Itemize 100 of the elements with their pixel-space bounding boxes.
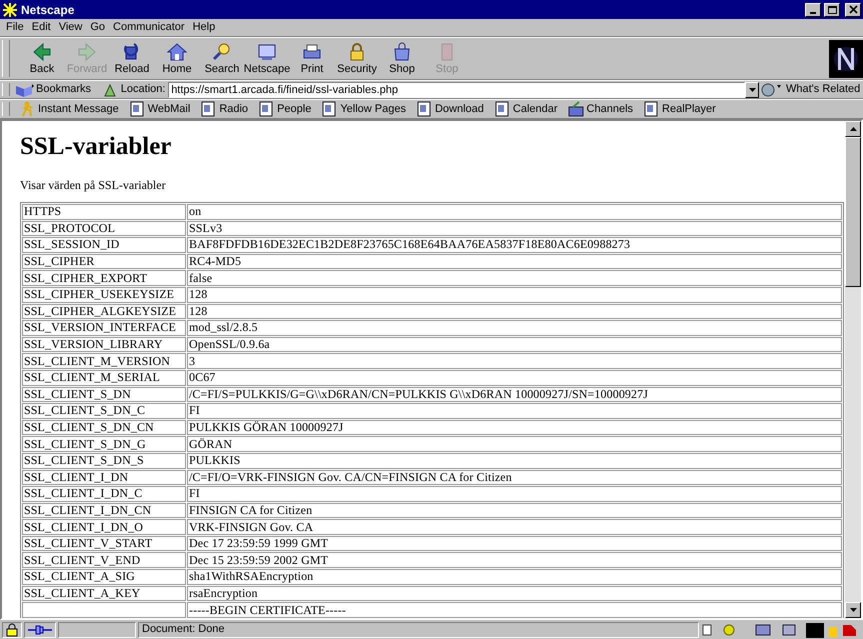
variable-value-cell: OpenSSL/0.9.6a <box>187 336 842 352</box>
bookmark-button[interactable]: Channels <box>562 100 638 118</box>
toolbar-grip[interactable] <box>2 102 10 116</box>
variable-value-cell: PULKKIS GÖRAN 10000927J <box>187 420 842 436</box>
up-arrow-icon <box>850 127 856 131</box>
variable-name-cell: SSL_CLIENT_V_START <box>22 536 186 552</box>
minimize-button[interactable] <box>805 2 821 16</box>
home-icon <box>166 41 188 64</box>
variable-value-cell: 0C67 <box>187 370 842 386</box>
variable-name-cell: SSL_CLIENT_V_END <box>22 552 186 568</box>
toolbar-grip[interactable] <box>2 40 10 77</box>
intro-text: Visar värden på SSL-variabler <box>20 177 167 194</box>
variable-name-cell: SSL_CIPHER <box>22 254 186 270</box>
variable-name-cell: SSL_CLIENT_M_VERSION <box>22 353 186 369</box>
channel-icon <box>568 101 584 117</box>
variable-value-cell: GÖRAN <box>187 436 842 452</box>
caret-icon <box>748 88 756 92</box>
variable-value-cell: 128 <box>187 286 842 303</box>
menu-item[interactable]: Help <box>188 19 220 36</box>
toolbar-button[interactable]: Home <box>154 38 200 78</box>
variable-name-cell: SSL_CIPHER_ALGKEYSIZE <box>22 304 186 320</box>
variable-value-cell: mod_ssl/2.8.5 <box>187 320 842 336</box>
variable-value-cell: sha1WithRSAEncryption <box>187 569 842 585</box>
maximize-icon <box>826 4 838 14</box>
variable-name-cell: SSL_PROTOCOL <box>22 220 186 236</box>
dropdown-button[interactable] <box>745 82 760 98</box>
back-arrow-icon <box>31 41 53 64</box>
maximize-button[interactable] <box>824 2 840 16</box>
bookmark-button[interactable]: People <box>253 100 316 118</box>
menu-item[interactable]: File <box>2 19 28 36</box>
netscape-logo-icon <box>829 40 863 78</box>
variable-value-cell: false <box>187 270 842 286</box>
variable-name-cell: SSL_CIPHER_EXPORT <box>22 270 186 286</box>
bookmark-button[interactable]: Calendar <box>488 100 563 118</box>
variable-name-cell: SSL_SESSION_ID <box>22 237 186 253</box>
variable-name-cell: SSL_CLIENT_S_DN_C <box>22 403 186 419</box>
person-icon <box>19 101 35 117</box>
menu-item[interactable]: Communicator <box>109 19 189 36</box>
toolbar-grip[interactable] <box>2 83 10 96</box>
toolbar-button[interactable]: Back <box>20 38 64 78</box>
bookmark-button[interactable]: Instant Message <box>14 100 124 118</box>
whats-related-button[interactable]: What's Related <box>786 81 860 98</box>
bookmark-button[interactable]: Yellow Pages <box>316 100 411 118</box>
padlock-icon <box>6 622 18 636</box>
scroll-down-button[interactable] <box>845 602 861 618</box>
location-label: Location: <box>120 82 166 98</box>
menu-item[interactable]: View <box>54 19 86 36</box>
menu-item[interactable]: Go <box>86 19 110 36</box>
variable-value-cell: -----BEGIN CERTIFICATE----- <box>187 602 842 618</box>
variable-value-cell: FI <box>187 403 842 419</box>
variable-name-cell: SSL_VERSION_INTERFACE <box>22 320 186 336</box>
bookmark-button[interactable]: WebMail <box>124 100 196 118</box>
variable-value-cell: /C=FI/S=PULKKIS/G=G\\xD6RAN/CN=PULKKIS G\\xD6RAN 10000927J/SN=10000927J <box>187 386 842 402</box>
toolbar-button[interactable]: Netscape <box>244 38 290 78</box>
variable-name-cell: SSL_CLIENT_S_DN_G <box>22 436 186 452</box>
scroll-up-button[interactable] <box>845 121 861 137</box>
bookmark-button[interactable]: Download <box>410 100 489 118</box>
window-title: Netscape <box>21 2 76 18</box>
connection-plug-icon <box>28 624 52 634</box>
variable-value-cell: RC4-MD5 <box>187 254 842 270</box>
toolbar-button[interactable]: Print <box>290 38 334 78</box>
variable-name-cell: SSL_CLIENT_S_DN_CN <box>22 420 186 436</box>
scrollbar-thumb[interactable] <box>845 137 861 287</box>
page-heading: SSL-variabler <box>20 132 172 162</box>
variable-value-cell: 128 <box>187 304 842 320</box>
variable-value-cell: FI <box>187 486 842 502</box>
variable-value-cell: VRK-FINSIGN Gov. CA <box>187 519 842 535</box>
variable-name-cell: SSL_CLIENT_A_SIG <box>22 569 186 585</box>
close-icon <box>848 4 858 14</box>
url-field[interactable]: https://smart1.arcada.fi/fineid/ssl-variables.php <box>168 82 746 98</box>
forward-arrow-icon <box>76 41 98 64</box>
down-arrow-icon <box>850 608 856 612</box>
toolbar-button[interactable]: Reload <box>110 38 154 78</box>
page-proxy-icon <box>102 82 118 98</box>
bookmark-button[interactable]: Radio <box>195 100 254 118</box>
variable-value-cell: SSLv3 <box>187 220 842 236</box>
variable-name-cell: SSL_CLIENT_S_DN <box>22 386 186 402</box>
close-button[interactable] <box>845 2 861 16</box>
variable-name-cell: SSL_CLIENT_S_DN_S <box>22 452 186 468</box>
variable-value-cell: BAF8FDFDB16DE32EC1B2DE8F23765C168E64BAA76EA5837F18E80AC6E0988273 <box>187 237 842 253</box>
variable-name-cell: SSL_CLIENT_A_KEY <box>22 586 186 602</box>
variable-value-cell: Dec 17 23:59:59 1999 GMT <box>187 536 842 552</box>
toolbar-button[interactable]: Search <box>200 38 244 78</box>
variable-name-cell: SSL_VERSION_LIBRARY <box>22 336 186 352</box>
netscape-icon <box>2 2 18 18</box>
minimize-icon <box>810 12 816 14</box>
variable-name-cell: SSL_CLIENT_I_DN_C <box>22 486 186 502</box>
toolbar-button[interactable]: Security <box>334 38 380 78</box>
bookmarks-icon <box>14 82 36 98</box>
variable-value-cell: /C=FI/O=VRK-FINSIGN Gov. CA/CN=FINSIGN CA for Citizen <box>187 470 842 486</box>
toolbar-button[interactable]: Shop <box>380 38 424 78</box>
status-text: Document: Done <box>142 622 225 638</box>
variable-name-cell: HTTPS <box>22 204 186 220</box>
bookmark-button[interactable]: RealPlayer <box>638 100 721 118</box>
whats-related-icon <box>759 82 784 98</box>
variable-value-cell: 3 <box>187 353 842 369</box>
menu-item[interactable]: Edit <box>28 19 55 36</box>
variable-name-cell: SSL_CLIENT_I_DN <box>22 470 186 486</box>
variable-name-cell: SSL_CLIENT_I_DN_O <box>22 519 186 535</box>
bookmarks-menu[interactable]: Bookmarks <box>36 81 92 98</box>
